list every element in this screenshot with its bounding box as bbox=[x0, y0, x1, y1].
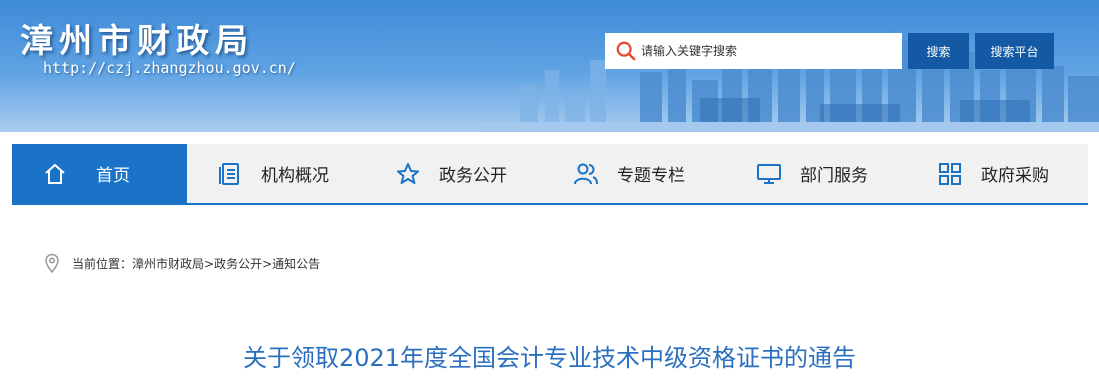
home-icon bbox=[45, 163, 65, 184]
breadcrumb-path[interactable]: 漳州市财政局>政务公开>通知公告 bbox=[132, 255, 320, 272]
grid-icon bbox=[939, 162, 961, 185]
header-banner: 漳州市财政局 http://czj.zhangzhou.gov.cn/ 搜索 搜… bbox=[0, 0, 1099, 132]
main-nav: 首页 机构概况 政务公开 专题专栏 部门服务 政府采购 bbox=[12, 144, 1088, 205]
nav-item-label: 首页 bbox=[96, 166, 130, 186]
nav-item-label: 政务公开 bbox=[439, 166, 507, 186]
search-button[interactable]: 搜索 bbox=[908, 33, 969, 69]
nav-item-services[interactable]: 部门服务 bbox=[726, 144, 905, 203]
nav-item-topics[interactable]: 专题专栏 bbox=[545, 144, 726, 203]
breadcrumb: 当前位置： 漳州市财政局>政务公开>通知公告 bbox=[44, 253, 320, 273]
nav-item-home[interactable]: 首页 bbox=[12, 144, 187, 203]
breadcrumb-prefix: 当前位置： bbox=[72, 256, 133, 271]
nav-item-label: 机构概况 bbox=[261, 166, 329, 186]
document-icon bbox=[219, 162, 239, 185]
search-input[interactable] bbox=[641, 44, 891, 58]
article-title: 关于领取2021年度全国会计专业技术中级资格证书的通告 bbox=[242, 344, 857, 372]
site-title: 漳州市财政局 bbox=[20, 21, 254, 60]
search-box bbox=[605, 33, 902, 69]
nav-item-about[interactable]: 机构概况 bbox=[187, 144, 367, 203]
nav-item-procurement[interactable]: 政府采购 bbox=[905, 144, 1088, 203]
location-pin-icon bbox=[45, 253, 59, 273]
nav-item-label: 政府采购 bbox=[981, 166, 1049, 186]
star-icon bbox=[397, 162, 419, 184]
users-icon bbox=[574, 163, 598, 184]
search-platform-button[interactable]: 搜索平台 bbox=[975, 33, 1054, 69]
monitor-icon bbox=[757, 163, 781, 184]
search-icon bbox=[616, 41, 636, 61]
nav-item-label: 部门服务 bbox=[800, 166, 868, 186]
nav-item-label: 专题专栏 bbox=[617, 166, 685, 186]
site-url: http://czj.zhangzhou.gov.cn/ bbox=[43, 59, 296, 77]
nav-item-gov-affairs[interactable]: 政务公开 bbox=[367, 144, 545, 203]
